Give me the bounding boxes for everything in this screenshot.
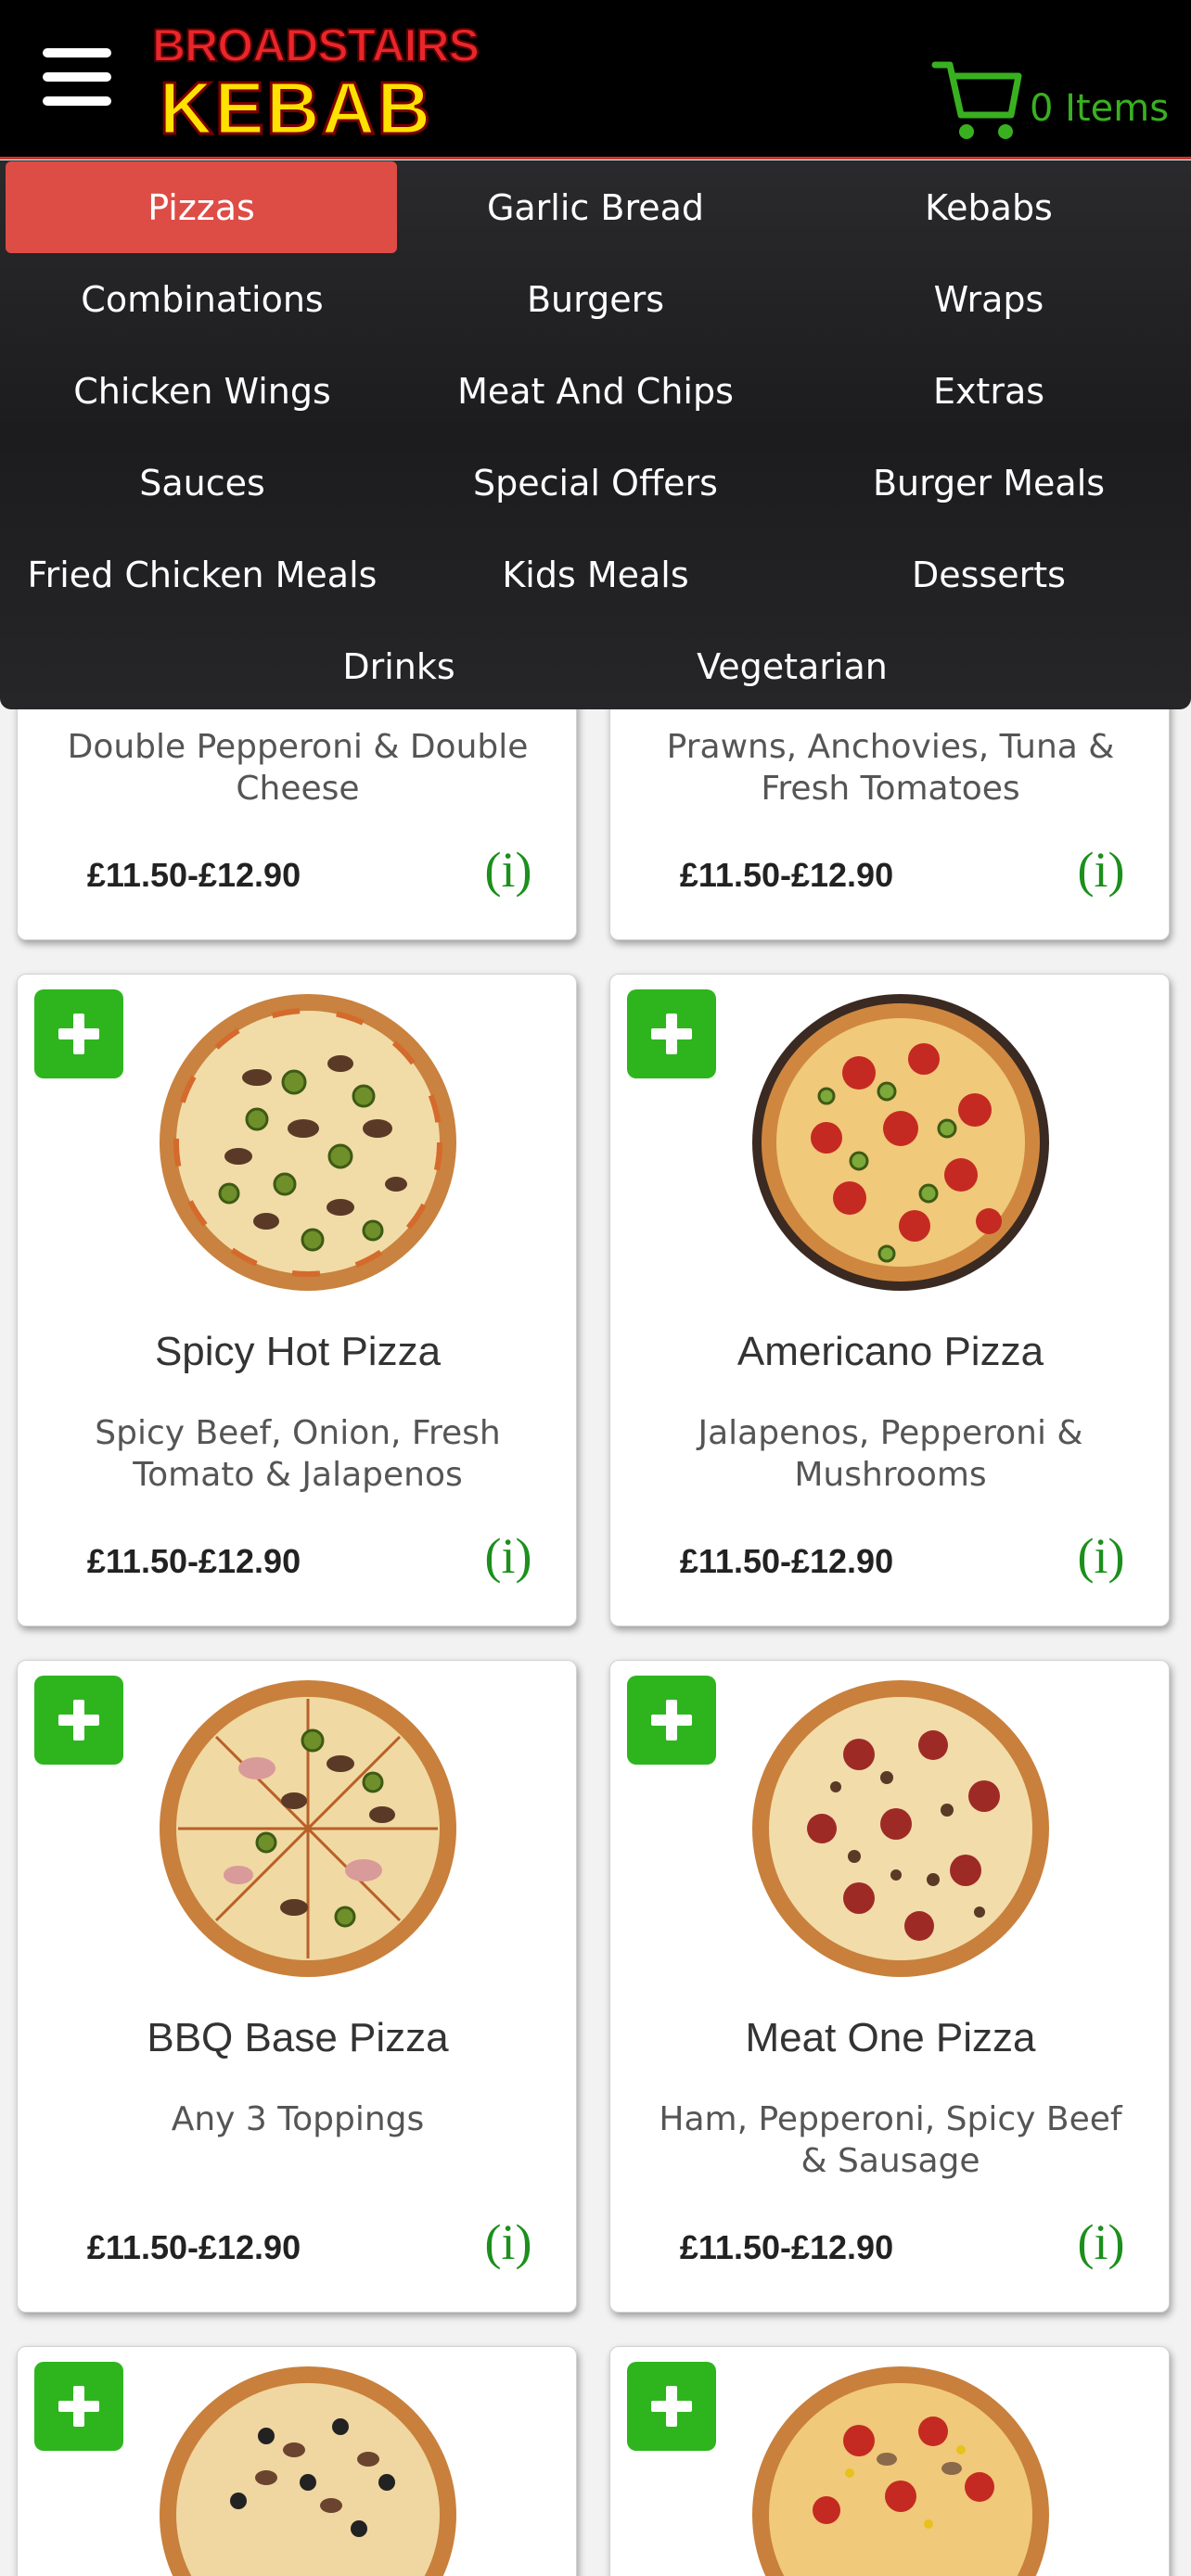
product-price: £11.50-£12.90	[86, 2228, 301, 2266]
product-title: Spicy Hot Pizza	[154, 1329, 442, 1374]
cart-button[interactable]: 0 Items	[931, 57, 1169, 150]
pizza-image	[752, 994, 1049, 1291]
product-card[interactable]	[17, 2346, 577, 2576]
add-to-cart-button[interactable]	[34, 2362, 123, 2451]
category-burger-meals[interactable]: Burger Meals	[792, 437, 1185, 529]
product-card[interactable]: Americano Pizza Jalapenos, Pepperoni & M…	[609, 974, 1170, 1626]
product-price: £11.50-£12.90	[679, 1542, 894, 1580]
app-header: BROADSTAIRS KEBAB 0 Items	[0, 0, 1191, 159]
add-to-cart-button[interactable]	[34, 989, 123, 1078]
product-description: Prawns, Anchovies, Tuna & Fresh Tomatoes	[666, 728, 1115, 808]
product-description: Ham, Pepperoni, Spicy Beef & Sausage	[659, 2100, 1122, 2180]
hamburger-menu-icon[interactable]	[43, 48, 111, 106]
pizza-image	[160, 2366, 456, 2576]
product-description: Spicy Beef, Onion, Fresh Tomato & Jalape…	[95, 1414, 501, 1494]
product-card[interactable]: BBQ Base Pizza Any 3 Toppings £11.50-£12…	[17, 1660, 577, 2313]
category-garlic-bread[interactable]: Garlic Bread	[399, 161, 792, 254]
product-description: Jalapenos, Pepperoni & Mushrooms	[698, 1414, 1083, 1494]
category-special-offers[interactable]: Special Offers	[399, 437, 792, 529]
pizza-image	[752, 2366, 1049, 2576]
product-price: £11.50-£12.90	[86, 1542, 301, 1580]
product-price: £11.50-£12.90	[679, 2228, 894, 2266]
category-wraps[interactable]: Wraps	[792, 253, 1185, 346]
product-card[interactable]: Meat One Pizza Ham, Pepperoni, Spicy Bee…	[609, 1660, 1170, 2313]
category-kids-meals[interactable]: Kids Meals	[399, 529, 792, 621]
info-icon[interactable]: (i)	[1069, 2213, 1133, 2271]
category-fried-chicken-meals[interactable]: Fried Chicken Meals	[6, 529, 399, 621]
pizza-image	[160, 994, 456, 1291]
info-icon[interactable]: (i)	[476, 841, 541, 899]
category-menu: Pizzas Garlic Bread Kebabs Combinations …	[0, 160, 1191, 709]
add-to-cart-button[interactable]	[34, 1676, 123, 1765]
add-to-cart-button[interactable]	[627, 2362, 716, 2451]
product-title: Meat One Pizza	[745, 2015, 1036, 2060]
category-drinks[interactable]: Drinks	[202, 620, 596, 713]
product-description: Any 3 Toppings	[171, 2100, 425, 2138]
product-title: Americano Pizza	[736, 1329, 1044, 1374]
info-icon[interactable]: (i)	[476, 1527, 541, 1585]
info-icon[interactable]: (i)	[476, 2213, 541, 2271]
add-to-cart-button[interactable]	[627, 1676, 716, 1765]
brand-logo-bottom: KEBAB	[158, 67, 433, 149]
pizza-image	[752, 1680, 1049, 1977]
info-icon[interactable]: (i)	[1069, 1527, 1133, 1585]
category-combinations[interactable]: Combinations	[6, 253, 399, 346]
category-burgers[interactable]: Burgers	[399, 253, 792, 346]
product-card[interactable]	[609, 2346, 1170, 2576]
category-sauces[interactable]: Sauces	[6, 437, 399, 529]
product-price: £11.50-£12.90	[86, 856, 301, 894]
add-to-cart-button[interactable]	[627, 989, 716, 1078]
category-vegetarian[interactable]: Vegetarian	[596, 620, 989, 713]
product-price: £11.50-£12.90	[679, 856, 894, 894]
category-chicken-wings[interactable]: Chicken Wings	[6, 345, 399, 438]
info-icon[interactable]: (i)	[1069, 841, 1133, 899]
pizza-image	[160, 1680, 456, 1977]
category-desserts[interactable]: Desserts	[792, 529, 1185, 621]
shopping-cart-icon	[931, 61, 1022, 139]
category-pizzas[interactable]: Pizzas	[6, 161, 397, 253]
product-title: BBQ Base Pizza	[147, 2015, 449, 2060]
cart-count-label: 0 Items	[1030, 87, 1170, 130]
product-description: Double Pepperoni & Double Cheese	[67, 728, 529, 808]
product-card[interactable]: Spicy Hot Pizza Spicy Beef, Onion, Fresh…	[17, 974, 577, 1626]
brand-logo-top: BROADSTAIRS	[151, 19, 480, 72]
category-meat-and-chips[interactable]: Meat And Chips	[399, 345, 792, 438]
category-kebabs[interactable]: Kebabs	[792, 161, 1185, 254]
category-extras[interactable]: Extras	[792, 345, 1185, 438]
brand-logo[interactable]: BROADSTAIRS KEBAB	[151, 19, 480, 149]
